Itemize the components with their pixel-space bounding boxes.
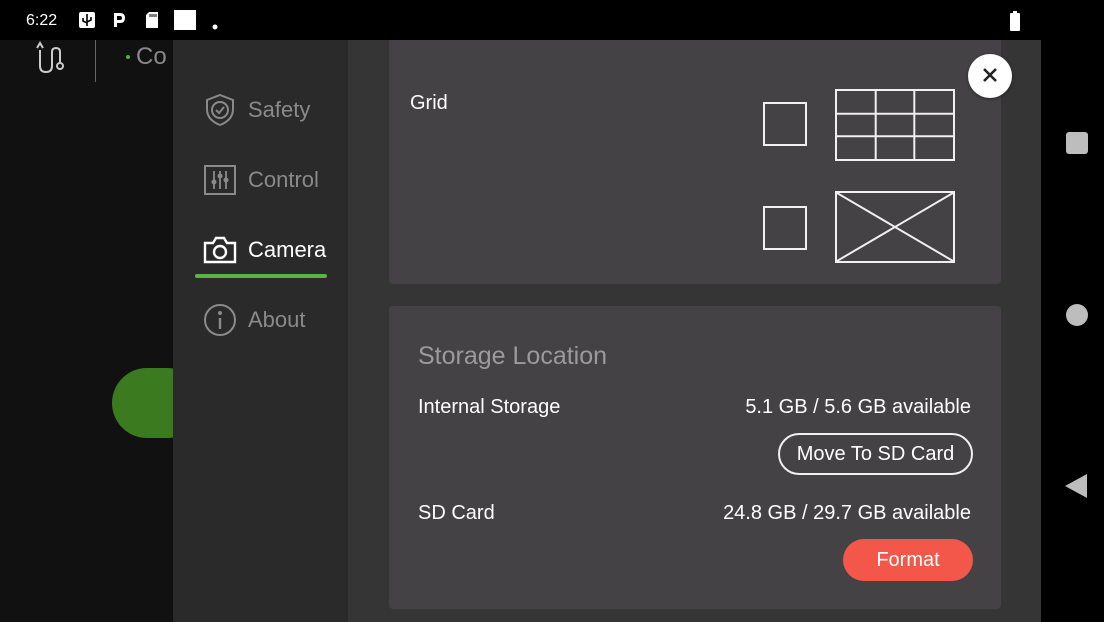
sidebar-item-label: Safety (248, 97, 311, 122)
sidebar-item-safety[interactable]: Safety (203, 90, 333, 130)
sidebar-item-label: Control (248, 167, 319, 192)
grid-3x3-checkbox[interactable] (763, 102, 807, 146)
sidebar-item-label: About (248, 307, 306, 332)
sd-card-icon (143, 11, 161, 29)
app-header-label: Co (136, 43, 167, 70)
grid-3x3-preview-icon[interactable] (835, 89, 955, 161)
app-header-divider (95, 40, 96, 82)
format-button[interactable]: Format (843, 539, 973, 581)
status-bar: 6:22 (0, 0, 1040, 40)
shield-check-icon (203, 93, 237, 127)
sidebar-item-camera[interactable]: Camera (203, 230, 333, 270)
settings-dialog: Safety Control Camera About Grid Storage… (173, 40, 1041, 622)
parking-icon (110, 11, 128, 29)
sidebar-item-control[interactable]: Control (203, 160, 333, 200)
close-button[interactable] (968, 54, 1012, 98)
move-to-sd-card-button[interactable]: Move To SD Card (778, 433, 973, 475)
sd-card-label: SD Card (418, 502, 495, 524)
status-time: 6:22 (26, 12, 58, 29)
internal-storage-value: 5.1 GB / 5.6 GB available (745, 396, 971, 418)
home-circle-icon[interactable] (1066, 304, 1088, 326)
settings-content: Grid Storage Location Internal Storage 5… (348, 40, 1041, 622)
recents-square-icon[interactable] (1066, 132, 1088, 154)
battery-icon (1010, 11, 1020, 31)
grid-title: Grid (410, 92, 448, 114)
sliders-icon (203, 163, 237, 197)
diagonal-cross-preview-icon[interactable] (835, 191, 955, 263)
grid-card: Grid (389, 40, 1001, 284)
app-logo-icon[interactable] (36, 40, 68, 74)
settings-sidebar: Safety Control Camera About (173, 40, 348, 622)
connection-dot-icon (126, 55, 130, 59)
sd-card-value: 24.8 GB / 29.7 GB available (723, 502, 971, 524)
diagonal-cross-checkbox[interactable] (763, 206, 807, 250)
camera-icon (203, 233, 237, 267)
sidebar-item-label: Camera (248, 237, 327, 262)
info-icon (203, 303, 237, 337)
internal-storage-label: Internal Storage (418, 396, 561, 418)
storage-card: Storage Location Internal Storage 5.1 GB… (389, 306, 1001, 609)
close-icon (983, 67, 997, 85)
usb-icon (78, 11, 96, 29)
storage-title: Storage Location (418, 342, 608, 370)
sidebar-item-about[interactable]: About (203, 300, 333, 340)
back-triangle-icon[interactable] (1065, 474, 1087, 498)
notification-square-icon (174, 10, 196, 30)
dot-icon (212, 17, 218, 30)
active-tab-indicator (195, 274, 327, 278)
